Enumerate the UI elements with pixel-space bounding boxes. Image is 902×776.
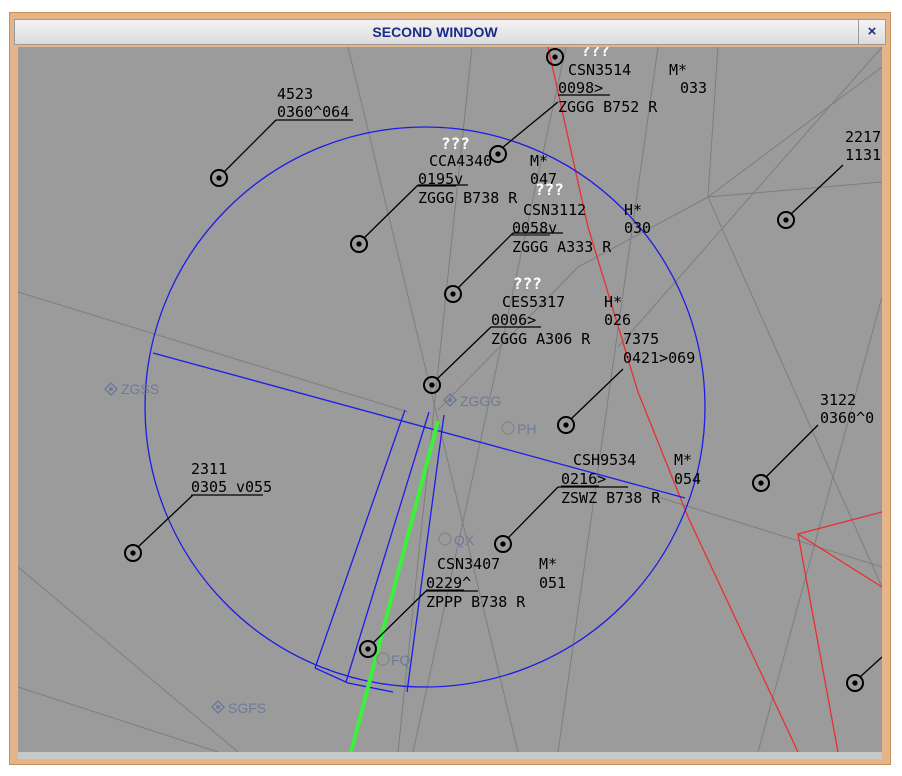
target-2311[interactable]	[124, 494, 263, 562]
wake-ces5317: H*	[604, 293, 622, 311]
bottom-bar	[18, 752, 882, 759]
fix-zgss: ZGSS	[103, 381, 159, 397]
wake-csh9534: M*	[674, 451, 692, 469]
label-ces5317: ??? CES5317 H* 0006> 026 ZGGG A306 R 737…	[491, 274, 695, 367]
target-3122[interactable]	[752, 424, 819, 492]
label-2217-line1: 2217	[845, 128, 881, 146]
extra-ces5317: 0421>069	[623, 349, 695, 367]
label-2311-line1: 2311	[191, 460, 227, 478]
radar-display[interactable]: ZGSS ZGGG PH QX FQ SGFS 4523 0360^064 23…	[18, 47, 882, 752]
fix-label-qx: QX	[454, 532, 475, 548]
fix-label-sgfs: SGFS	[228, 700, 266, 716]
label-csn3407: CSN3407 M* 0229^ 051 ZPPP B738 R	[426, 555, 566, 611]
callsign-csn3407: CSN3407	[437, 555, 500, 573]
target-4523[interactable]	[210, 119, 353, 187]
wake-csn3407: M*	[539, 555, 557, 573]
callsign-ces5317: CES5317	[502, 293, 565, 311]
label-csn3514: ??? CSN3514 M* 0098> 033 ZGGG B752 R	[558, 47, 707, 116]
label-2311-line2a: 0305	[191, 478, 227, 496]
close-button[interactable]: ×	[858, 20, 885, 44]
route-csh9534: ZSWZ B738 R	[561, 489, 661, 507]
label-2311-line2b: v055	[236, 478, 272, 496]
status-ces5317: ???	[513, 274, 542, 293]
rfl-csn3407: 051	[539, 574, 566, 592]
fix-label-zgss: ZGSS	[121, 381, 159, 397]
rfl-ces5317: 026	[604, 311, 631, 329]
label-4523: 4523 0360^064	[277, 85, 349, 121]
status-cca4340: ???	[441, 134, 470, 153]
label-2217-line2: 1131	[845, 146, 881, 164]
fix-ph: PH	[501, 421, 536, 437]
fix-fq: FQ	[376, 652, 411, 668]
fix-label-zggg: ZGGG	[460, 393, 501, 409]
status-csn3514: ???	[581, 47, 610, 60]
label-3122-line2: 0360^0	[820, 409, 874, 427]
label-2311: 2311 0305 v055	[191, 460, 272, 496]
route-csn3407: ZPPP B738 R	[426, 593, 526, 611]
fix-sgfs: SGFS	[210, 699, 266, 716]
alt-cca4340: 0195v	[418, 170, 463, 188]
callsign-csn3514: CSN3514	[568, 61, 631, 79]
callsign-csn3112: CSN3112	[523, 201, 586, 219]
wake-cca4340: M*	[530, 152, 548, 170]
fix-label-fq: FQ	[391, 652, 411, 668]
range-ring	[144, 126, 706, 693]
wake-csn3112: H*	[624, 201, 642, 219]
alt-csn3514: 0098>	[558, 79, 603, 97]
route-csn3112: ZGGG A333 R	[512, 238, 612, 256]
route-csn3514: ZGGG B752 R	[558, 98, 658, 116]
title-bar[interactable]: SECOND WINDOW ×	[14, 19, 886, 45]
fix-label-ph: PH	[517, 421, 536, 437]
label-2217: 2217 1131	[845, 128, 881, 164]
target-csh9534[interactable]	[557, 368, 624, 434]
label-4523-line1: 4523	[277, 85, 313, 103]
radar-map[interactable]: ZGSS ZGGG PH QX FQ SGFS 4523 0360^064 23…	[18, 47, 882, 752]
window-title: SECOND WINDOW	[372, 24, 498, 40]
squawk-ces5317: 7375	[623, 330, 659, 348]
status-csn3112: ???	[535, 180, 564, 199]
rfl-csn3514: 033	[680, 79, 707, 97]
alt-csn3407: 0229^	[426, 574, 471, 592]
route-ces5317: ZGGG A306 R	[491, 330, 591, 348]
alt-csh9534: 0216>	[561, 470, 606, 488]
target-unlabeled[interactable]	[846, 656, 882, 692]
wake-csn3514: M*	[669, 61, 687, 79]
label-3122: 3122 0360^0	[820, 391, 874, 427]
fix-qx: QX	[438, 532, 475, 548]
rfl-csn3112: 030	[624, 219, 651, 237]
callsign-cca4340: CCA4340	[429, 152, 492, 170]
rfl-csh9534: 054	[674, 470, 701, 488]
route-cca4340: ZGGG B738 R	[418, 189, 518, 207]
callsign-csh9534: CSH9534	[573, 451, 636, 469]
label-3122-line1: 3122	[820, 391, 856, 409]
alt-ces5317: 0006>	[491, 311, 536, 329]
approach-line	[349, 420, 440, 752]
target-2217[interactable]	[777, 164, 844, 229]
alt-csn3112: 0058v	[512, 219, 557, 237]
label-4523-line2: 0360^064	[277, 103, 349, 121]
